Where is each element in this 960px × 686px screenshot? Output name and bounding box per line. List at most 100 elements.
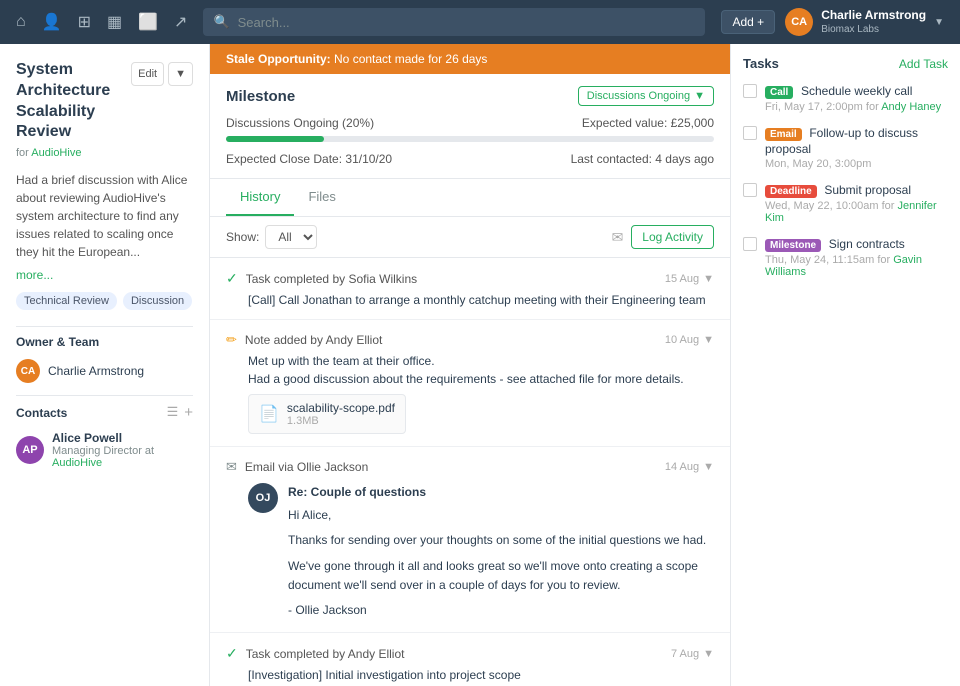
- email-content: Re: Couple of questions Hi Alice, Thanks…: [288, 483, 714, 620]
- task-badge-milestone: Milestone: [765, 239, 821, 252]
- task-content: Deadline Submit proposal Wed, May 22, 10…: [765, 182, 948, 224]
- nav-icons: ⌂ 👤 ⊞ ▦ ⬜ ↗: [16, 12, 187, 32]
- tab-files[interactable]: Files: [294, 179, 349, 216]
- show-label: Show:: [226, 230, 259, 244]
- company-link[interactable]: AudioHive: [31, 147, 81, 159]
- check-icon: ✓: [226, 270, 238, 287]
- search-icon: 🔍: [213, 14, 229, 30]
- history-item: ✏ Note added by Andy Elliot 10 Aug ▼ Met…: [210, 320, 730, 447]
- add-button[interactable]: Add +: [721, 10, 775, 34]
- calendar-icon[interactable]: ⊞: [78, 12, 91, 32]
- tags: Technical Review Discussion: [16, 292, 193, 310]
- filter-select[interactable]: All: [265, 225, 317, 249]
- history-content: ✓ Task completed by Sofia Wilkins 15 Aug…: [210, 258, 730, 686]
- filter-row: Show: All ✉ Log Activity: [210, 217, 730, 258]
- history-item-title: ✓ Task completed by Andy Elliot: [226, 645, 404, 662]
- chevron-icon: ▼: [694, 90, 705, 102]
- task-meta: Thu, May 24, 11:15am for Gavin Williams: [765, 254, 948, 278]
- filter-right: ✉ Log Activity: [612, 225, 714, 249]
- stale-banner: Stale Opportunity: No contact made for 2…: [210, 44, 730, 74]
- owner-name: Charlie Armstrong: [48, 364, 144, 378]
- history-item-header: ✉ Email via Ollie Jackson 14 Aug ▼: [226, 459, 714, 475]
- chevron-down-icon[interactable]: ▼: [703, 334, 714, 346]
- filename: scalability-scope.pdf: [287, 401, 395, 415]
- edit-button[interactable]: Edit: [131, 62, 164, 86]
- log-activity-button[interactable]: Log Activity: [631, 225, 714, 249]
- chart-icon[interactable]: ▦: [107, 12, 122, 32]
- user-name: Charlie Armstrong: [821, 8, 926, 24]
- check-icon: ✓: [226, 645, 238, 662]
- chevron-down-icon[interactable]: ▼: [703, 648, 714, 660]
- history-item-title: ✏ Note added by Andy Elliot: [226, 332, 382, 348]
- list-icon[interactable]: ☰: [167, 404, 179, 421]
- home-icon[interactable]: ⌂: [16, 13, 26, 31]
- contact-row: AP Alice Powell Managing Director at Aud…: [16, 431, 193, 469]
- history-item-title: ✉ Email via Ollie Jackson: [226, 459, 368, 475]
- task-checkbox[interactable]: [743, 237, 757, 251]
- task-checkbox[interactable]: [743, 84, 757, 98]
- chevron-down-icon[interactable]: ▼: [703, 461, 714, 473]
- status-label: Discussions Ongoing: [587, 90, 690, 102]
- history-item-header: ✓ Task completed by Andy Elliot 7 Aug ▼: [226, 645, 714, 662]
- expand-button[interactable]: ▼: [168, 62, 193, 86]
- history-date: 15 Aug ▼: [665, 273, 714, 285]
- user-menu[interactable]: CA Charlie Armstrong Biomax Labs ▼: [785, 8, 944, 37]
- trend-icon[interactable]: ↗: [174, 12, 187, 32]
- status-badge[interactable]: Discussions Ongoing ▼: [578, 86, 714, 106]
- contact-company-link[interactable]: AudioHive: [52, 457, 102, 469]
- history-author: Task completed by Sofia Wilkins: [246, 272, 417, 286]
- email-body: OJ Re: Couple of questions Hi Alice, Tha…: [226, 483, 714, 620]
- progress-labels: Discussions Ongoing (20%) Expected value…: [226, 116, 714, 130]
- history-item: ✓ Task completed by Sofia Wilkins 15 Aug…: [210, 258, 730, 320]
- history-item-header: ✓ Task completed by Sofia Wilkins 15 Aug…: [226, 270, 714, 287]
- progress-section: Discussions Ongoing (20%) Expected value…: [226, 116, 714, 166]
- tasks-title: Tasks: [743, 56, 779, 71]
- last-contacted: Last contacted: 4 days ago: [571, 152, 714, 166]
- person-icon[interactable]: 👤: [42, 12, 62, 32]
- chevron-down-icon[interactable]: ▼: [703, 273, 714, 285]
- attachment[interactable]: 📄 scalability-scope.pdf 1.3MB: [248, 394, 406, 434]
- task-badge-deadline: Deadline: [765, 185, 817, 198]
- tag-technical-review[interactable]: Technical Review: [16, 292, 117, 310]
- expected-value: Expected value: £25,000: [582, 116, 714, 130]
- email-subject: Re: Couple of questions: [288, 483, 714, 502]
- document-icon[interactable]: ⬜: [138, 12, 158, 32]
- email-sender-avatar: OJ: [248, 483, 278, 513]
- progress-bar-track: [226, 136, 714, 142]
- owner-row: CA Charlie Armstrong: [16, 359, 193, 383]
- history-date: 14 Aug ▼: [665, 461, 714, 473]
- avatar: CA: [785, 8, 813, 36]
- contacts-header: Contacts ☰ +: [16, 404, 193, 421]
- progress-label: Discussions Ongoing (20%): [226, 116, 374, 130]
- milestone-row: Milestone Discussions Ongoing ▼: [226, 86, 714, 106]
- contacts-actions: ☰ +: [167, 404, 193, 421]
- contacts-section-header: Contacts: [16, 406, 67, 420]
- task-checkbox[interactable]: [743, 183, 757, 197]
- task-item: Call Schedule weekly call Fri, May 17, 2…: [743, 83, 948, 113]
- history-body: Met up with the team at their office. Ha…: [226, 354, 714, 434]
- search-input[interactable]: [238, 15, 696, 30]
- task-assignee[interactable]: Andy Haney: [881, 101, 941, 113]
- tab-history[interactable]: History: [226, 179, 294, 216]
- more-link[interactable]: more...: [16, 268, 53, 282]
- divider2: [16, 395, 193, 396]
- meta-row: Expected Close Date: 31/10/20 Last conta…: [226, 152, 714, 166]
- add-contact-icon[interactable]: +: [184, 404, 193, 421]
- tag-discussion[interactable]: Discussion: [123, 292, 192, 310]
- email-icon: ✉: [226, 459, 237, 475]
- opportunity-title: System Architecture Scalability Review: [16, 60, 125, 143]
- left-sidebar: System Architecture Scalability Review E…: [0, 44, 210, 686]
- contact-info: Alice Powell Managing Director at AudioH…: [52, 431, 193, 469]
- email-sender-row: OJ Re: Couple of questions Hi Alice, Tha…: [248, 483, 714, 620]
- tasks-header: Tasks Add Task: [743, 56, 948, 71]
- task-checkbox[interactable]: [743, 126, 757, 140]
- add-task-button[interactable]: Add Task: [899, 57, 948, 71]
- close-date: Expected Close Date: 31/10/20: [226, 152, 392, 166]
- task-meta: Fri, May 17, 2:00pm for Andy Haney: [765, 101, 948, 113]
- task-item: Deadline Submit proposal Wed, May 22, 10…: [743, 182, 948, 224]
- chevron-down-icon: ▼: [934, 17, 944, 28]
- history-item-title: ✓ Task completed by Sofia Wilkins: [226, 270, 417, 287]
- history-date: 10 Aug ▼: [665, 334, 714, 346]
- pdf-icon: 📄: [259, 404, 279, 424]
- history-author: Email via Ollie Jackson: [245, 460, 368, 474]
